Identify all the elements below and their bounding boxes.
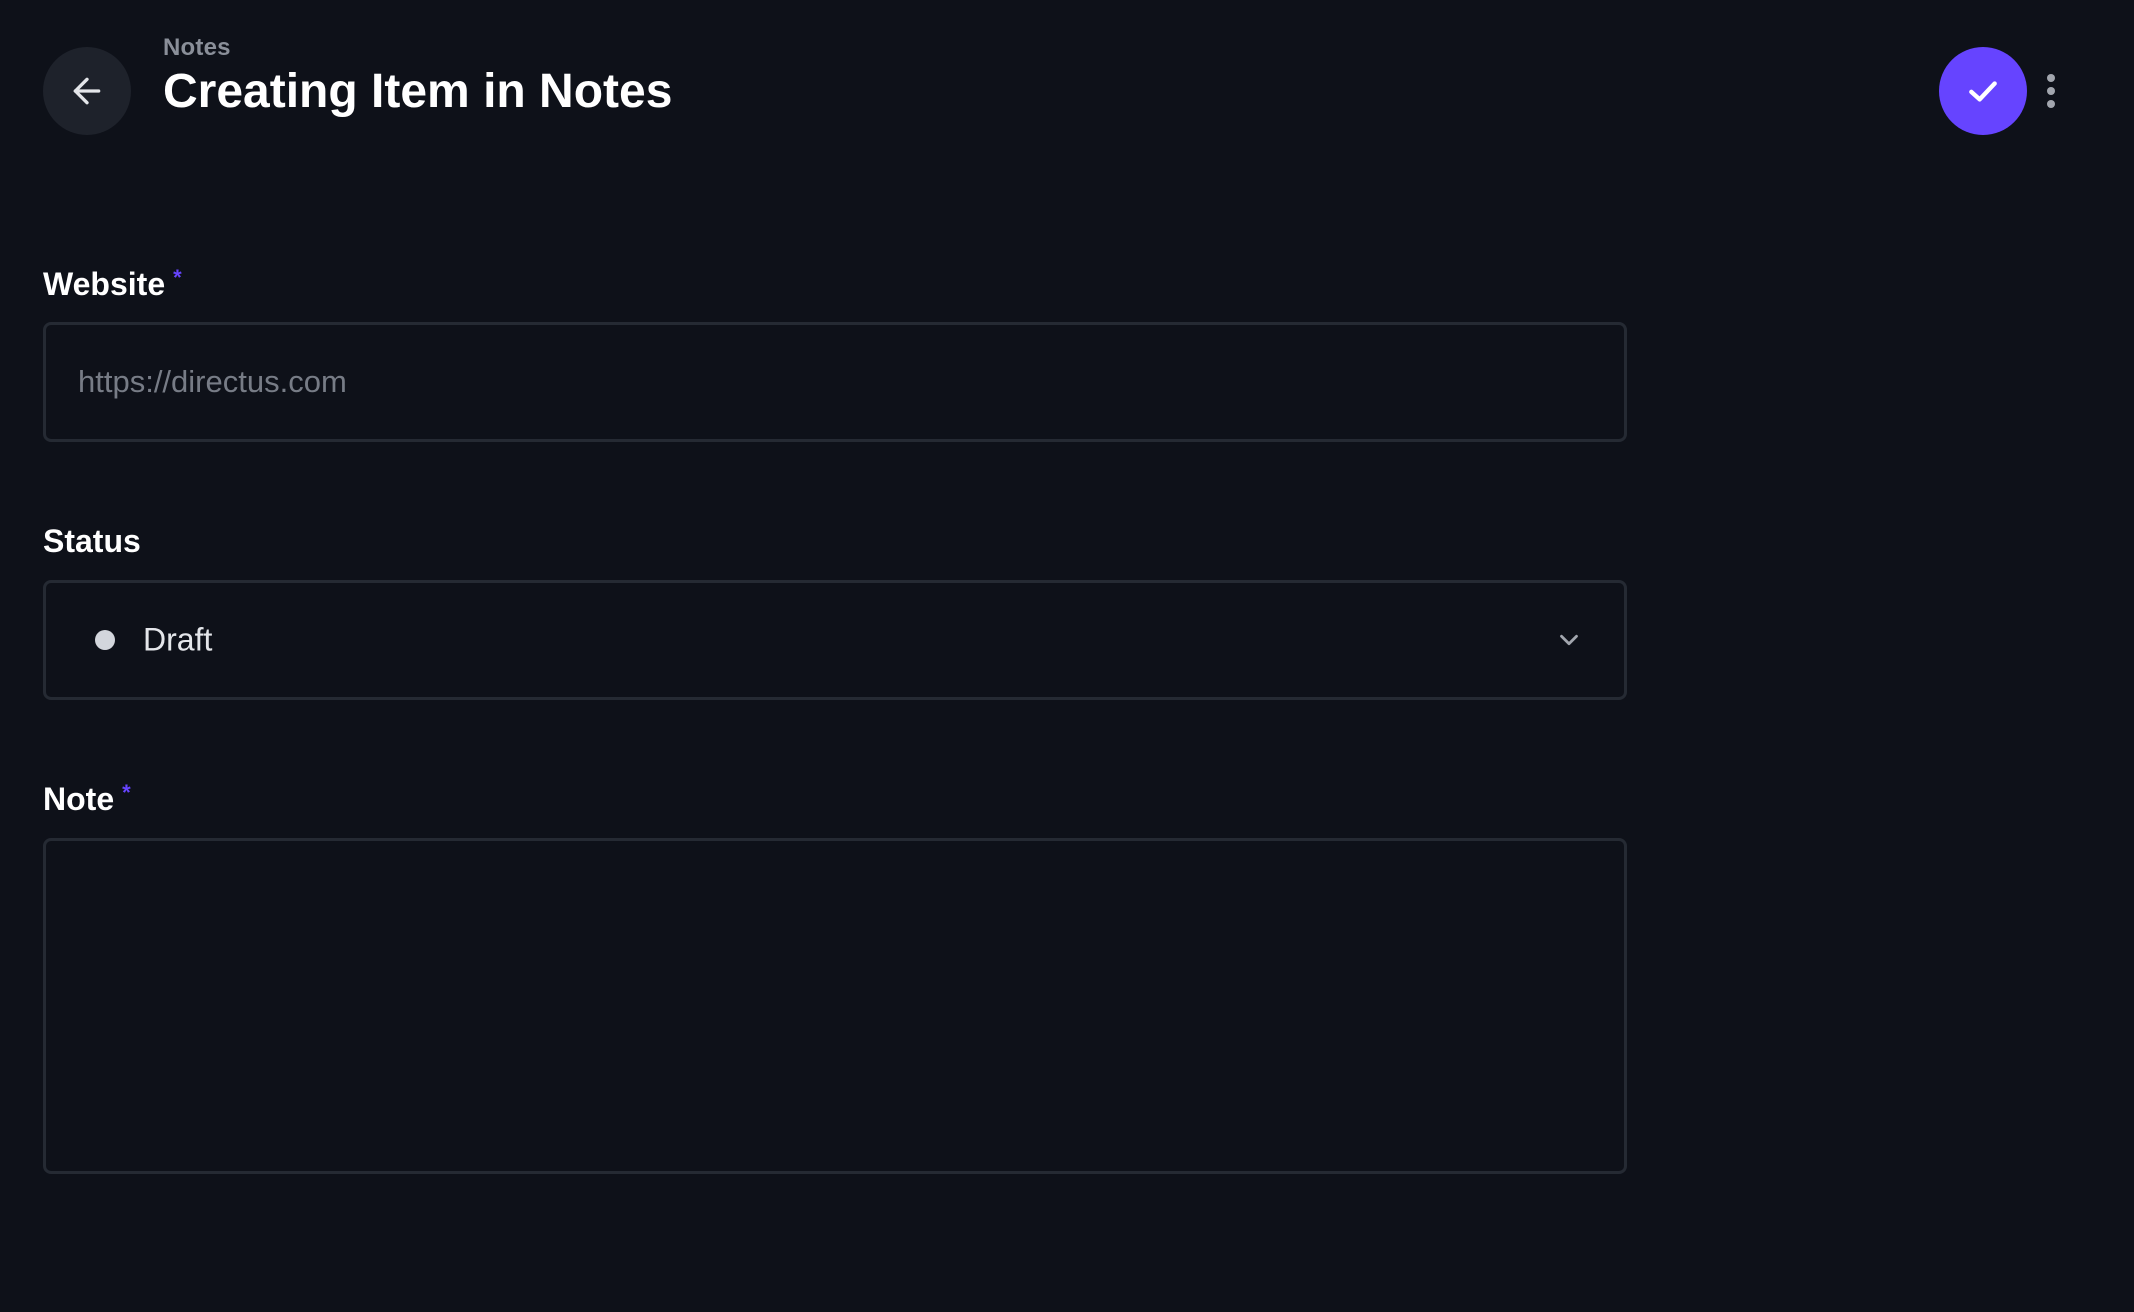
header: Notes Creating Item in Notes [0,0,2134,180]
more-vertical-icon-dot [2047,100,2055,108]
page-title: Creating Item in Notes [163,65,673,118]
required-indicator: * [122,780,131,805]
note-field[interactable] [43,838,1627,1174]
more-vertical-icon-dot [2047,87,2055,95]
chevron-down-icon [1560,634,1578,646]
website-label-text: Website [43,266,166,302]
page: Notes Creating Item in Notes Website * St… [0,0,2134,1312]
arrow-left-icon [73,77,101,105]
note-label: Note * [43,779,131,819]
website-input[interactable] [46,325,1624,439]
website-field[interactable] [43,322,1627,442]
back-button[interactable] [43,47,131,135]
status-selected-value: Draft [143,621,213,658]
status-label: Status [43,521,141,561]
save-button[interactable] [1939,47,2027,135]
note-textarea[interactable] [46,841,1624,1171]
more-options-button[interactable] [2036,66,2066,116]
status-dot [95,630,115,650]
more-vertical-icon [2047,74,2055,82]
status-select[interactable]: Draft [43,580,1627,700]
required-indicator: * [173,265,182,290]
website-label: Website * [43,264,182,304]
breadcrumb[interactable]: Notes [163,34,231,62]
check-icon [1969,81,1997,102]
status-label-text: Status [43,523,141,559]
note-label-text: Note [43,781,115,817]
